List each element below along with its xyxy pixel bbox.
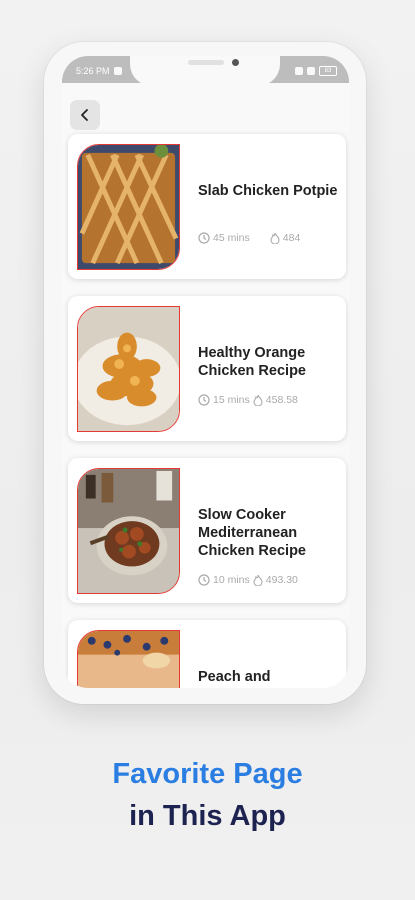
clock-icon — [198, 574, 210, 586]
speaker-grille — [188, 60, 224, 65]
calorie-flame-icon — [270, 232, 280, 244]
app-screen: 5:26 PM 83 Slab Chicken Potpie 45 mins 4… — [62, 56, 349, 688]
chevron-left-icon — [81, 109, 88, 121]
recipe-calories: 458.58 — [265, 394, 298, 406]
recipe-title: Slow Cooker Mediterranean Chicken Recipe — [198, 507, 306, 559]
recipe-time: 45 mins — [213, 232, 250, 244]
caption-heading: Favorite Page — [112, 758, 303, 790]
recipe-image — [77, 306, 180, 432]
caption-subheading: in This App — [129, 800, 286, 832]
recipe-image — [77, 468, 180, 594]
favorites-list: Slab Chicken Potpie 45 mins 484 Healthy … — [68, 134, 348, 688]
recipe-card[interactable]: Healthy Orange Chicken Recipe 15 mins 45… — [68, 296, 346, 441]
front-camera — [232, 59, 239, 66]
recipe-time: 15 mins — [213, 394, 250, 406]
recipe-card[interactable]: Slow Cooker Mediterranean Chicken Recipe… — [68, 458, 346, 603]
calorie-flame-icon — [253, 574, 263, 586]
recipe-meta: 45 mins 484 — [198, 232, 300, 244]
recipe-meta: 10 mins 493.30 — [198, 574, 298, 586]
notch — [130, 56, 280, 86]
calorie-flame-icon — [253, 394, 263, 406]
recipe-title: Healthy Orange Chicken Recipe — [198, 345, 306, 379]
recipe-time: 10 mins — [213, 574, 250, 586]
status-time: 5:26 PM — [76, 66, 110, 76]
clock-icon — [198, 232, 210, 244]
recipe-image — [77, 144, 180, 270]
notification-icon — [113, 67, 122, 75]
recipe-title: Slab Chicken Potpie — [198, 183, 338, 199]
recipe-calories: 493.30 — [265, 574, 298, 586]
wifi-icon — [295, 67, 303, 75]
signal-icon — [307, 67, 315, 75]
recipe-card[interactable]: Slab Chicken Potpie 45 mins 484 — [68, 134, 346, 279]
back-button[interactable] — [70, 100, 100, 130]
recipe-meta: 15 mins 458.58 — [198, 394, 298, 406]
recipe-card[interactable]: Peach and — [68, 620, 346, 688]
recipe-calories: 484 — [282, 232, 301, 244]
clock-icon — [198, 394, 210, 406]
recipe-title: Peach and — [198, 669, 271, 685]
battery-icon: 83 — [319, 66, 337, 76]
phone-frame: 5:26 PM 83 Slab Chicken Potpie 45 mins 4… — [44, 42, 366, 704]
recipe-image — [77, 630, 180, 688]
